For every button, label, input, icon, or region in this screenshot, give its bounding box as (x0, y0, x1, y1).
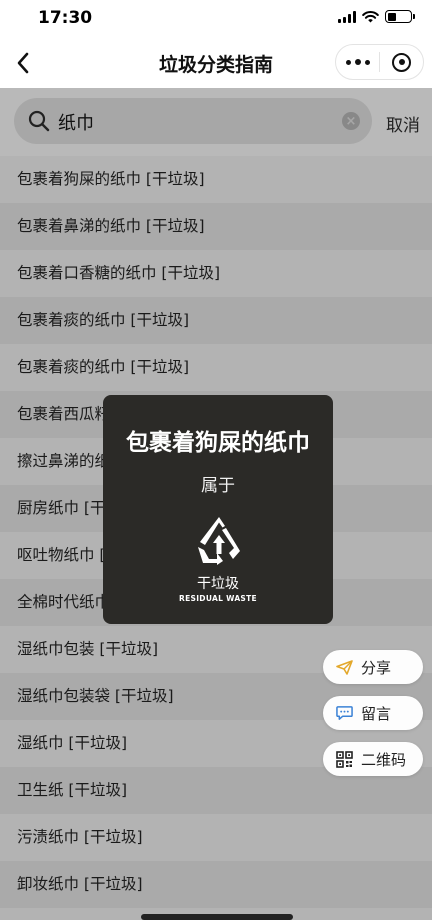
status-bar: 17:30 (0, 0, 432, 38)
list-item[interactable]: 卸妆纸巾 [干垃圾] (0, 861, 432, 908)
battery-icon (385, 10, 415, 23)
list-item[interactable]: 污渍纸巾 [干垃圾] (0, 814, 432, 861)
close-miniprogram-button[interactable] (380, 45, 423, 79)
comment-button[interactable]: 留言 (323, 696, 423, 730)
list-item[interactable]: 包裹着鼻涕的纸巾 [干垃圾] (0, 203, 432, 250)
more-dots-icon (345, 59, 370, 65)
wifi-icon (362, 11, 379, 23)
search-area: 纸巾 × 取消 (0, 88, 432, 156)
more-button[interactable] (336, 45, 379, 79)
clear-icon[interactable]: × (342, 112, 360, 130)
share-button[interactable]: 分享 (323, 650, 423, 684)
search-input[interactable]: 纸巾 (58, 109, 94, 135)
popup-item-name: 包裹着狗屎的纸巾 (126, 430, 310, 456)
search-box[interactable]: 纸巾 × (14, 98, 372, 144)
cellular-signal-icon (338, 10, 356, 23)
comment-icon (336, 705, 353, 722)
target-close-icon (392, 52, 411, 72)
share-label: 分享 (361, 658, 392, 677)
nav-bar: 垃圾分类指南 (0, 38, 432, 88)
residual-waste-recycle-icon (198, 517, 240, 565)
status-icons (338, 10, 415, 23)
miniprogram-capsule (335, 44, 424, 80)
status-time: 17:30 (38, 8, 93, 28)
popup-belongs-label: 属于 (201, 476, 235, 496)
waste-category-english: RESIDUAL WASTE (179, 594, 257, 603)
qrcode-label: 二维码 (361, 750, 407, 769)
qrcode-button[interactable]: 二维码 (323, 742, 423, 776)
waste-category-name: 干垃圾 (197, 576, 239, 592)
home-indicator (141, 914, 293, 920)
list-item[interactable]: 包裹着口香糖的纸巾 [干垃圾] (0, 250, 432, 297)
classification-popup[interactable]: 包裹着狗屎的纸巾 属于 干垃圾 RESIDUAL WASTE (103, 395, 333, 624)
list-item[interactable]: 包裹着狗屎的纸巾 [干垃圾] (0, 156, 432, 203)
list-item[interactable]: 包裹着痰的纸巾 [干垃圾] (0, 344, 432, 391)
battery-level (387, 12, 397, 21)
list-item[interactable]: 包裹着痰的纸巾 [干垃圾] (0, 297, 432, 344)
search-icon (28, 110, 50, 132)
qrcode-icon (336, 750, 353, 768)
comment-label: 留言 (361, 704, 392, 723)
paper-plane-icon (336, 659, 353, 676)
cancel-button[interactable]: 取消 (386, 111, 420, 136)
